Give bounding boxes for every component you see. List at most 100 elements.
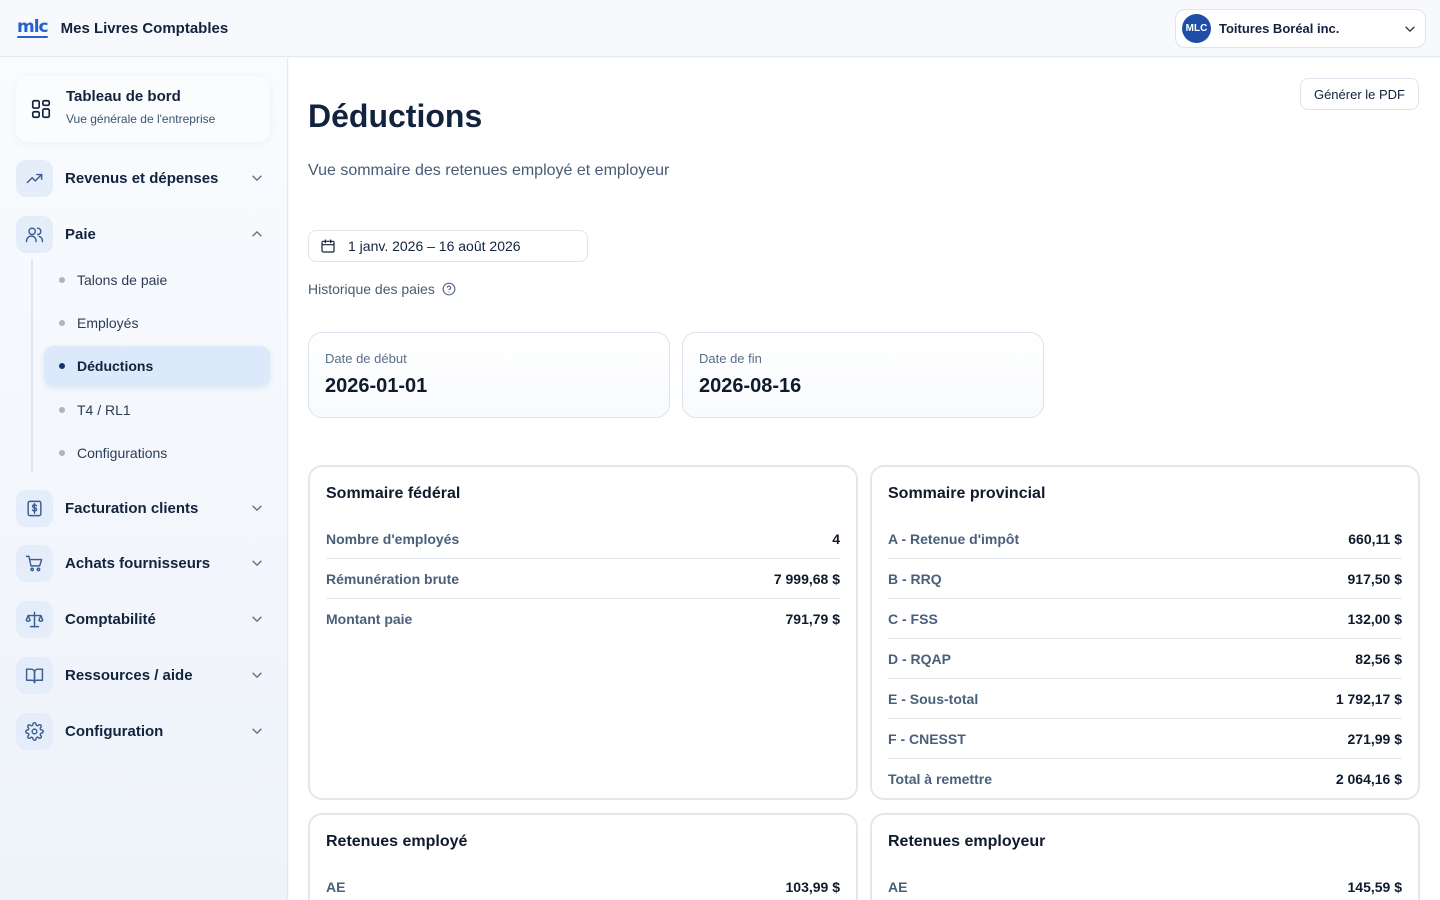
row-label: AE [888, 878, 908, 895]
date-range-picker[interactable]: 1 janv. 2026 – 16 août 2026 [308, 230, 588, 262]
page-title: Déductions [308, 98, 483, 134]
row-label: Total à remettre [888, 771, 992, 787]
row-label: A - Retenue d'impôt [888, 530, 1020, 547]
federal-summary-card: Sommaire fédéral Nombre d'employés 4 Rém… [308, 465, 858, 800]
help-circle-icon[interactable] [442, 282, 456, 296]
subitem-label: T4 / RL1 [77, 402, 131, 418]
chevron-down-icon [252, 175, 262, 181]
dashboard-subtitle: Vue générale de l'entreprise [66, 112, 216, 126]
card-title: Retenues employé [326, 833, 468, 850]
summary-row: AE 103,99 $ [326, 867, 840, 900]
subitem-label: Déductions [77, 358, 154, 374]
trending-up-icon [26, 173, 43, 183]
sidebar-subitem-configurations[interactable]: Configurations [44, 433, 270, 473]
row-value: 791,79 $ [785, 611, 841, 627]
bullet-dot [59, 277, 65, 283]
row-label: C - FSS [888, 610, 938, 627]
nav-label: Comptabilité [65, 610, 156, 628]
chevron-down-icon [252, 672, 262, 678]
book-icon [25, 667, 44, 683]
dashboard-title: Tableau de bord [66, 88, 181, 105]
summary-row: AE 145,59 $ [888, 867, 1402, 900]
sidebar-item-ressources-aide[interactable]: Ressources / aide [16, 656, 270, 694]
brand-logo: mlc [17, 17, 49, 38]
row-value: 1 792,17 $ [1335, 690, 1402, 707]
subnav-line [31, 260, 33, 472]
nav-icon-box [16, 656, 53, 694]
row-label: D - RQAP [888, 650, 951, 667]
company-selector[interactable]: MLC Toitures Boréal inc. [1175, 9, 1426, 48]
summary-row: B - RRQ 917,50 $ [888, 559, 1402, 599]
sidebar-item-achats-fournisseurs[interactable]: Achats fournisseurs [16, 544, 270, 582]
summary-row: Nombre d'employés 4 [326, 519, 840, 559]
summary-row: A - Retenue d'impôt 660,11 $ [888, 519, 1402, 559]
bullet-dot [59, 363, 65, 369]
invoice-dollar-icon [27, 500, 42, 516]
chevron-down-icon [252, 616, 262, 622]
nav-label: Configuration [65, 722, 164, 740]
nav-icon-box [16, 544, 53, 582]
employee-deductions-card: Retenues employé AE 103,99 $ [308, 813, 858, 900]
row-value: 660,11 $ [1348, 530, 1402, 547]
sidebar-subitem-talons-de-paie[interactable]: Talons de paie [44, 260, 270, 300]
sidebar-subitem-deductions[interactable]: Déductions [44, 346, 270, 386]
summary-rows: AE 103,99 $ [326, 867, 840, 900]
nav-label: Achats fournisseurs [65, 554, 211, 572]
summary-row: Rémunération brute 7 999,68 $ [326, 559, 840, 599]
sidebar-subitem-t4-rl1[interactable]: T4 / RL1 [44, 390, 270, 430]
row-value: 7 999,68 $ [773, 570, 840, 587]
sidebar-item-comptabilite[interactable]: Comptabilité [16, 600, 270, 638]
card-title: Retenues employeur [888, 833, 1046, 850]
row-value: 103,99 $ [785, 878, 841, 895]
top-bar: mlc Mes Livres Comptables MLC Toitures B… [0, 0, 1440, 57]
summary-row: E - Sous-total 1 792,17 $ [888, 679, 1402, 719]
nav-label: Paie [65, 225, 96, 243]
end-date-value: 2026-08-16 [699, 375, 802, 397]
history-link[interactable]: Historique des paies [308, 281, 456, 297]
gear-icon [25, 721, 44, 741]
sidebar-item-dashboard[interactable]: Tableau de bord Vue générale de l'entrep… [16, 76, 270, 142]
summary-rows: AE 145,59 $ [888, 867, 1402, 900]
row-label: AE [326, 878, 346, 895]
summary-rows: A - Retenue d'impôt 660,11 $ B - RRQ 917… [888, 519, 1402, 799]
card-title: Sommaire fédéral [326, 485, 461, 502]
main-content: Générer le PDF Déductions Vue sommaire d… [289, 58, 1440, 900]
app-name: Mes Livres Comptables [60, 19, 229, 37]
summary-row: C - FSS 132,00 $ [888, 599, 1402, 639]
summary-row: D - RQAP 82,56 $ [888, 639, 1402, 679]
nav-label: Ressources / aide [65, 666, 193, 684]
sidebar-item-paie[interactable]: Paie [16, 215, 270, 253]
sidebar-subitem-employes[interactable]: Employés [44, 303, 270, 343]
chevron-down-icon [1405, 26, 1415, 32]
summary-rows: Nombre d'employés 4 Rémunération brute 7… [326, 519, 840, 639]
row-label: B - RRQ [888, 570, 942, 587]
calendar-icon [321, 239, 335, 253]
bullet-dot [59, 450, 65, 456]
generate-pdf-button[interactable]: Générer le PDF [1300, 78, 1419, 110]
nav-label: Revenus et dépenses [65, 169, 219, 187]
summary-row: Montant paie 791,79 $ [326, 599, 840, 639]
sidebar-item-facturation-clients[interactable]: Facturation clients [16, 489, 270, 527]
start-date-label: Date de début [325, 351, 407, 366]
chevron-down-icon [252, 505, 262, 511]
row-value: 145,59 $ [1347, 878, 1403, 895]
nav-icon-box [16, 215, 53, 253]
row-value: 82,56 $ [1355, 650, 1402, 667]
summary-row: Total à remettre 2 064,16 $ [888, 759, 1402, 799]
bullet-dot [59, 407, 65, 413]
chevron-down-icon [252, 728, 262, 734]
row-label: Montant paie [326, 611, 413, 627]
nav-icon-box [16, 600, 53, 638]
sidebar-item-revenus-depenses[interactable]: Revenus et dépenses [16, 159, 270, 197]
subitem-label: Talons de paie [77, 272, 168, 288]
brand[interactable]: mlc Mes Livres Comptables [17, 17, 228, 39]
dashboard-grid-icon [31, 99, 51, 119]
end-date-card: Date de fin 2026-08-16 [682, 332, 1044, 418]
sidebar-item-configuration[interactable]: Configuration [16, 712, 270, 750]
history-label: Historique des paies [308, 281, 435, 297]
company-avatar: MLC [1182, 14, 1211, 43]
cart-icon [25, 555, 43, 571]
end-date-label: Date de fin [699, 351, 762, 366]
row-label: F - CNESST [888, 730, 966, 747]
provincial-summary-card: Sommaire provincial A - Retenue d'impôt … [870, 465, 1420, 800]
